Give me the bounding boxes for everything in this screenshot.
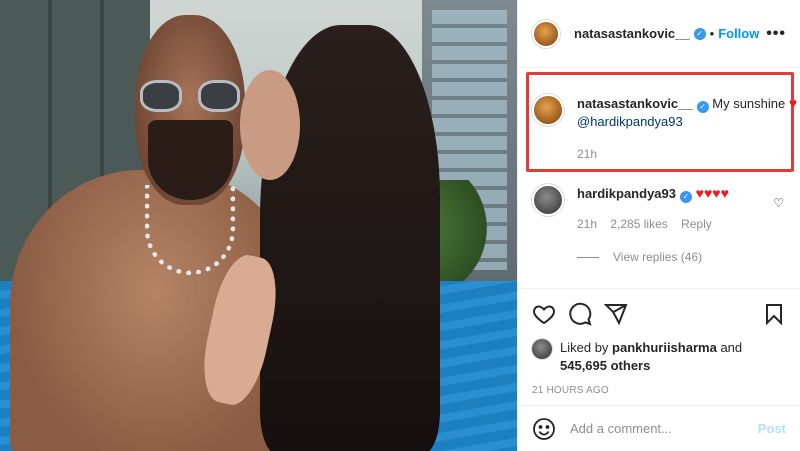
- post-side-panel: natasastankovic__ ✓ • Follow ••• natasas…: [517, 0, 800, 451]
- comment-likes[interactable]: 2,285 likes: [610, 217, 667, 231]
- caption-username[interactable]: natasastankovic__: [577, 96, 693, 111]
- liker-avatar[interactable]: [532, 339, 552, 359]
- comment-time[interactable]: 21h: [577, 217, 597, 231]
- liked-by-user[interactable]: pankhuriisharma: [612, 340, 717, 355]
- post-timestamp[interactable]: 21 HOURS AGO: [532, 385, 786, 396]
- liked-by-others[interactable]: 545,695 others: [560, 358, 650, 373]
- photo-woman-face: [240, 70, 300, 180]
- comment-input[interactable]: Add a comment...: [570, 421, 758, 436]
- bookmark-icon[interactable]: [762, 302, 786, 326]
- commenter-username[interactable]: hardikpandya93: [577, 186, 676, 201]
- follow-button[interactable]: Follow: [718, 26, 759, 41]
- comment-hearts: ♥♥♥♥: [695, 185, 729, 201]
- author-avatar[interactable]: [532, 19, 560, 48]
- commenter-avatar[interactable]: [532, 184, 564, 216]
- caption-avatar[interactable]: [532, 94, 564, 126]
- verified-badge-icon: ✓: [696, 101, 709, 113]
- view-replies[interactable]: View replies (46): [577, 250, 702, 264]
- author-username[interactable]: natasastankovic__: [574, 26, 690, 41]
- heart-icon[interactable]: [532, 302, 556, 326]
- separator-dot: •: [709, 26, 715, 41]
- comment-like-heart-icon[interactable]: ♡: [773, 196, 784, 210]
- liked-by-prefix: Liked by: [560, 340, 609, 355]
- post-header: natasastankovic__ ✓ • Follow •••: [518, 0, 800, 68]
- caption-mention[interactable]: @hardikpandya93: [577, 113, 797, 131]
- caption-text: My sunshine: [712, 96, 786, 111]
- photo-man-beard: [148, 120, 233, 200]
- caption-time[interactable]: 21h: [577, 147, 597, 161]
- red-heart-icon: ♥: [788, 95, 798, 111]
- post-photo[interactable]: [0, 0, 517, 451]
- likes-summary: Liked by pankhuriisharma and 545,695 oth…: [532, 339, 786, 375]
- add-comment-bar: Add a comment... Post: [518, 405, 800, 451]
- verified-badge-icon: ✓: [680, 191, 692, 203]
- photo-sunglasses: [140, 80, 240, 114]
- reply-comment: hardikpandya93 ✓ ♥♥♥♥ 21h 2,285 likes Rep…: [532, 184, 729, 233]
- post-actions: Liked by pankhuriisharma and 545,695 oth…: [518, 288, 800, 396]
- comment-icon[interactable]: [568, 302, 592, 326]
- replies-line: [577, 256, 599, 258]
- caption-comment: natasastankovic__ ✓ My sunshine ♥ @hardik…: [532, 94, 797, 163]
- share-icon[interactable]: [604, 302, 628, 326]
- post-button[interactable]: Post: [758, 421, 786, 436]
- more-options-icon[interactable]: •••: [766, 25, 786, 43]
- view-replies-label[interactable]: View replies (46): [613, 250, 702, 264]
- liked-by-and: and: [720, 340, 743, 355]
- verified-badge-icon: ✓: [693, 27, 706, 40]
- reply-button[interactable]: Reply: [681, 217, 712, 231]
- emoji-icon[interactable]: [532, 417, 556, 441]
